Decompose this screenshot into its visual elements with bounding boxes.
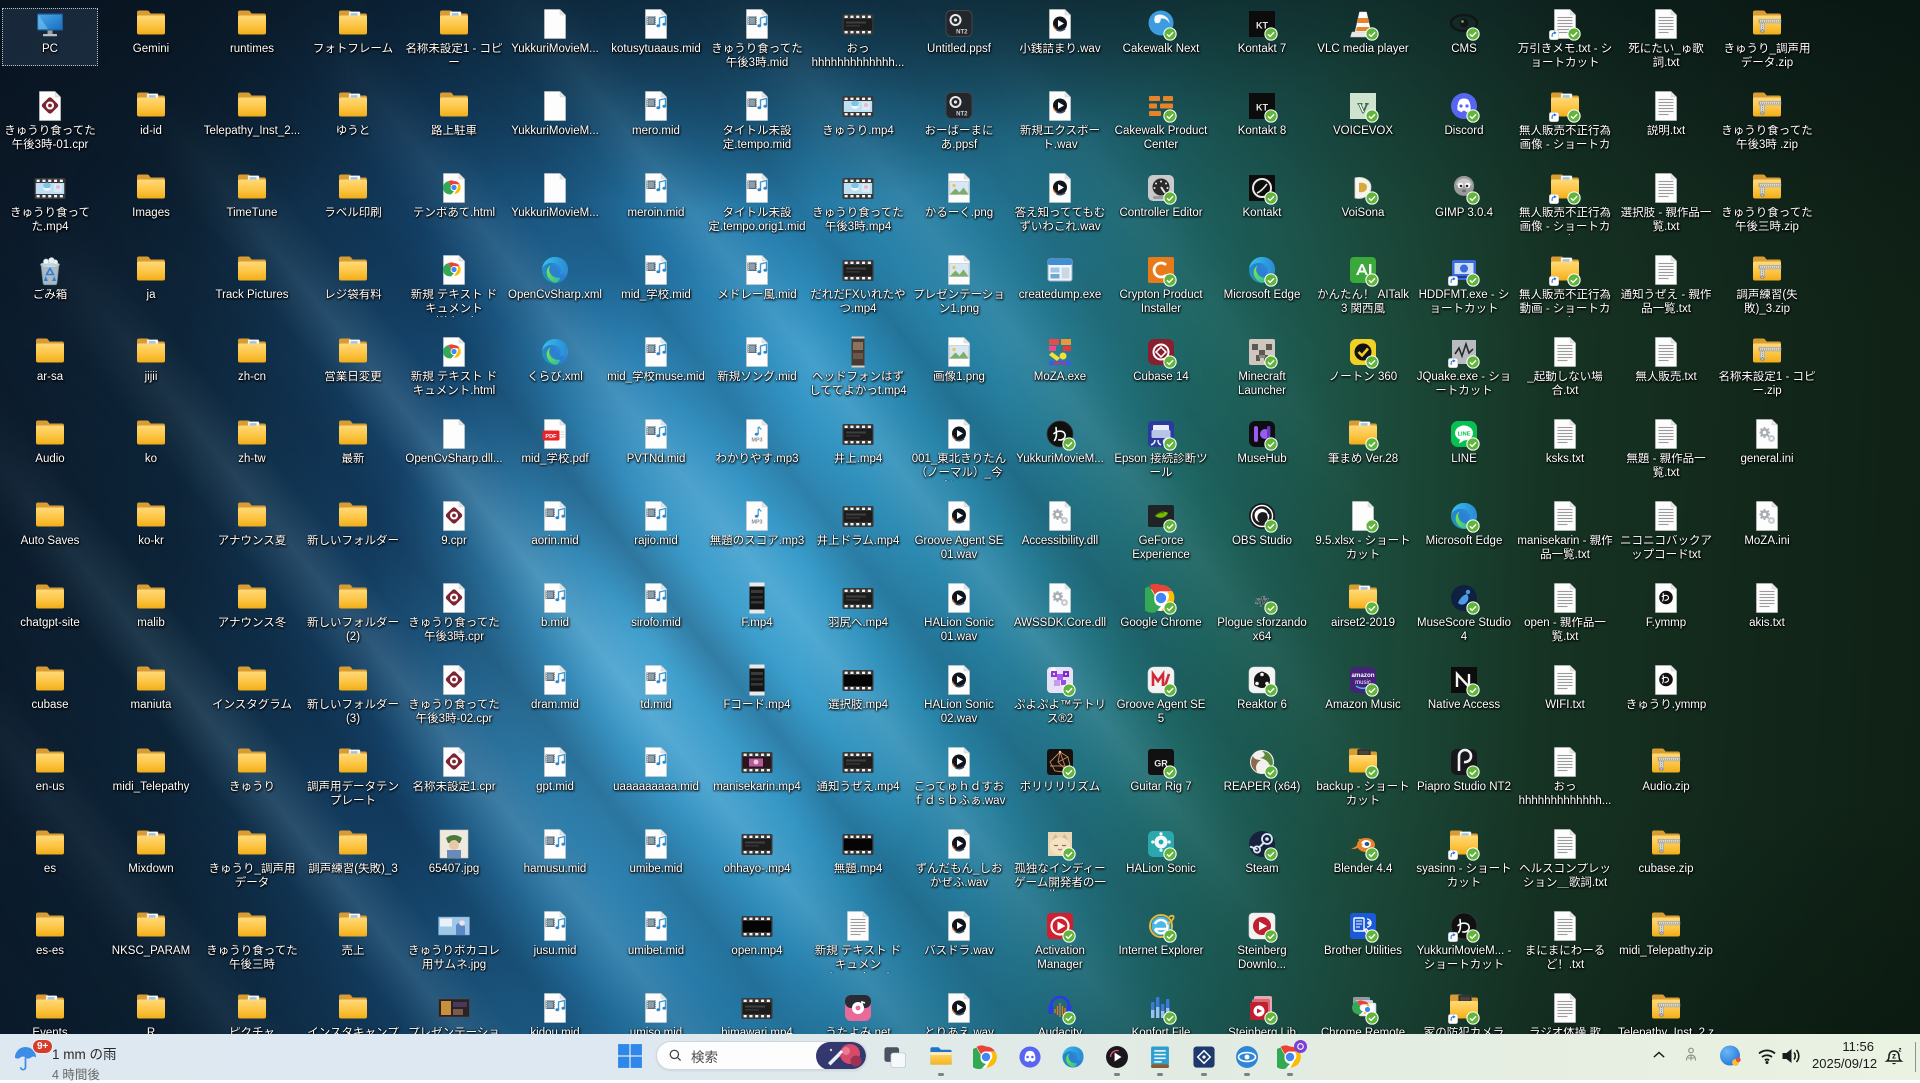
svg-text:z: z (1899, 1048, 1902, 1054)
svg-text:z: z (1892, 1052, 1896, 1061)
